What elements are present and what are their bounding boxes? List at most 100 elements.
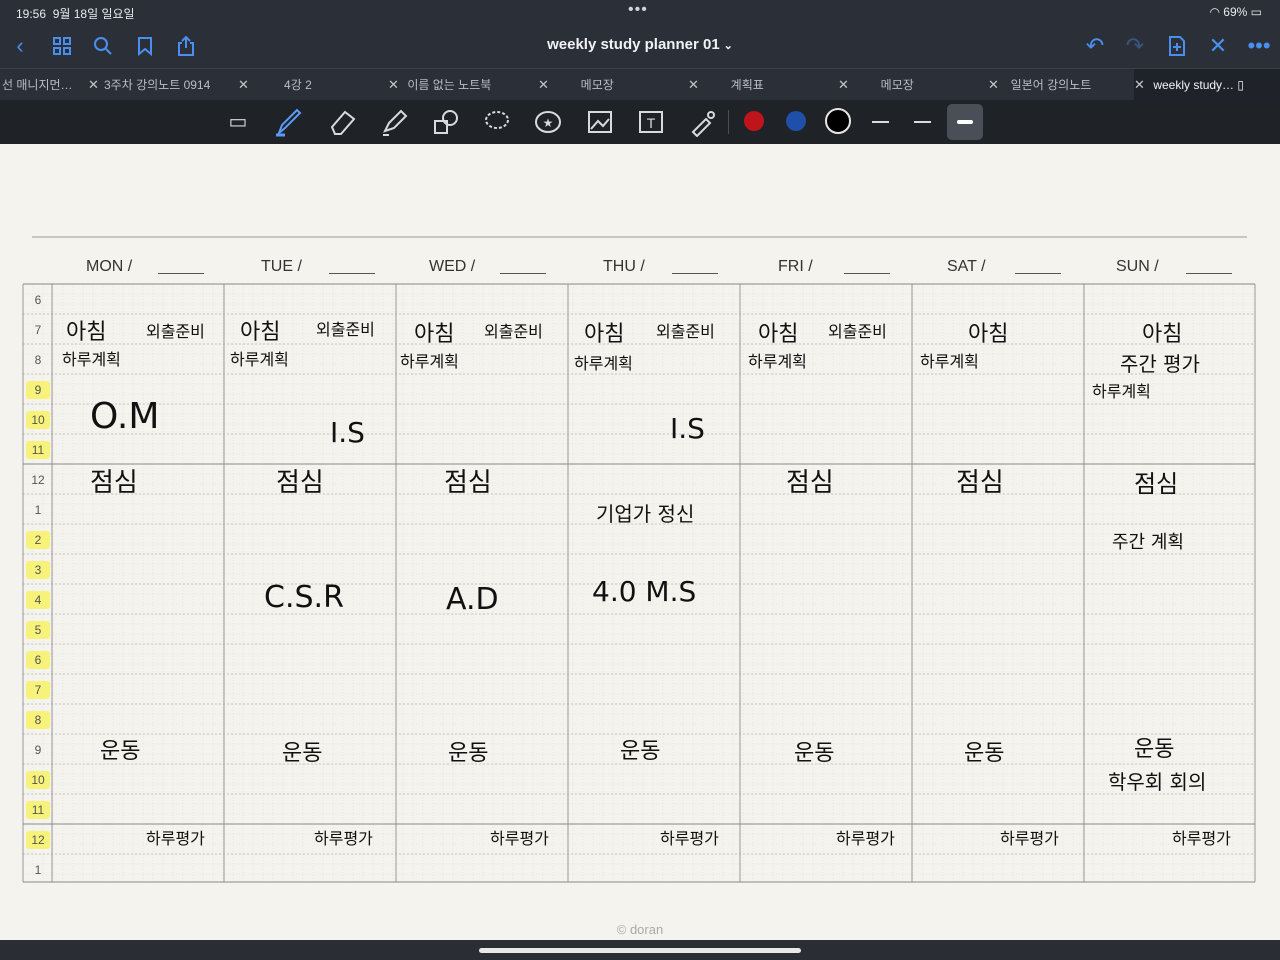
svg-text:★: ★ bbox=[543, 116, 554, 130]
entry-tue-morning: 아침 bbox=[240, 320, 281, 345]
entry-mon-lunch: 점심 bbox=[90, 468, 138, 498]
entry-sat-morning: 아침 bbox=[968, 322, 1009, 347]
hour-label: 5 bbox=[26, 621, 50, 639]
tab-4[interactable]: ✕ 이름 없는 노트북 bbox=[388, 69, 538, 101]
entry-tue-exercise: 운동 bbox=[282, 741, 323, 766]
laser-pointer-icon[interactable] bbox=[687, 107, 719, 138]
close-tab-icon: ✕ bbox=[988, 77, 999, 92]
hour-label: 12 bbox=[26, 831, 50, 849]
entry-thu-review: 하루평가 bbox=[660, 829, 719, 848]
status-bar: 19:56 9월 18일 일요일 ••• ◠ 69% ▭ bbox=[0, 0, 1280, 24]
hour-label: 6 bbox=[26, 651, 50, 669]
stroke-thin[interactable] bbox=[872, 121, 889, 123]
split-view-icon: ▯ bbox=[1237, 78, 1244, 92]
entry-wed-lunch: 점심 bbox=[444, 468, 492, 498]
entry-wed-exercise: 운동 bbox=[448, 741, 489, 766]
entry-fri-morning: 아침 bbox=[758, 322, 799, 347]
entry-sun-plan: 하루계획 bbox=[1092, 382, 1151, 401]
close-tab-icon: ✕ bbox=[388, 77, 399, 92]
entry-thu-block1: I.S bbox=[670, 412, 705, 445]
redo-icon[interactable]: ↷ bbox=[1121, 32, 1149, 60]
hour-label: 8 bbox=[34, 353, 42, 367]
entry-tue-block1: I.S bbox=[330, 416, 365, 449]
entry-wed-plan: 하루계획 bbox=[400, 352, 459, 371]
hour-label: 3 bbox=[26, 561, 50, 579]
sticker-icon[interactable]: ★ bbox=[532, 107, 564, 137]
hour-label: 7 bbox=[34, 323, 42, 337]
color-blue-swatch[interactable] bbox=[786, 111, 806, 131]
tab-active[interactable]: ✕ weekly study… ▯ bbox=[1134, 69, 1280, 101]
entry-thu-plan: 하루계획 bbox=[574, 354, 633, 373]
text-icon[interactable]: T bbox=[635, 107, 667, 137]
entry-mon-review: 하루평가 bbox=[146, 829, 205, 848]
color-red-swatch[interactable] bbox=[744, 111, 764, 131]
entry-thu-morning: 아침 bbox=[584, 322, 625, 347]
entry-thu-prep: 외출준비 bbox=[656, 322, 715, 341]
add-page-icon[interactable] bbox=[1163, 32, 1191, 60]
undo-icon[interactable]: ↶ bbox=[1081, 32, 1109, 60]
day-label-wed: WED / bbox=[429, 258, 476, 275]
hour-label: 6 bbox=[34, 293, 42, 307]
lasso-icon[interactable] bbox=[481, 107, 513, 137]
entry-fri-exercise: 운동 bbox=[794, 741, 835, 766]
entry-fri-plan: 하루계획 bbox=[748, 352, 807, 371]
tab-6[interactable]: ✕ 계획표 bbox=[688, 69, 838, 101]
eraser-icon[interactable] bbox=[326, 107, 358, 137]
hour-label: 10 bbox=[26, 771, 50, 789]
entry-thu-spirit: 기업가 정신 bbox=[596, 502, 695, 526]
tab-1[interactable]: 선 매니지먼… bbox=[0, 69, 86, 101]
stroke-medium[interactable] bbox=[914, 121, 931, 123]
tab-5[interactable]: ✕ 메모장 bbox=[538, 69, 688, 101]
close-tab-icon: ✕ bbox=[538, 77, 549, 92]
hour-label: 8 bbox=[26, 711, 50, 729]
entry-mon-exercise: 운동 bbox=[100, 739, 141, 764]
entry-sat-review: 하루평가 bbox=[1000, 829, 1059, 848]
hour-label: 1 bbox=[34, 503, 42, 517]
image-icon[interactable] bbox=[584, 107, 616, 137]
battery-indicator: ◠ 69% ▭ bbox=[1209, 5, 1262, 19]
entry-sat-exercise: 운동 bbox=[964, 741, 1005, 766]
battery-icon: ▭ bbox=[1250, 5, 1262, 19]
pen-icon[interactable] bbox=[272, 107, 304, 137]
wifi-icon: ◠ bbox=[1209, 5, 1220, 19]
entry-wed-prep: 외출준비 bbox=[484, 322, 543, 341]
entry-thu-block2: 4.0 M.S bbox=[592, 575, 697, 608]
stroke-thick-selected[interactable] bbox=[947, 104, 983, 140]
close-tab-icon: ✕ bbox=[238, 77, 249, 92]
hour-label: 2 bbox=[26, 531, 50, 549]
entry-sun-meeting: 학우회 회의 bbox=[1108, 770, 1207, 794]
tab-7[interactable]: ✕ 메모장 bbox=[838, 69, 988, 101]
hour-label: 7 bbox=[26, 681, 50, 699]
chevron-down-icon: ⌄ bbox=[723, 40, 733, 52]
tab-8[interactable]: ✕ 일본어 강의노트 bbox=[988, 69, 1130, 101]
hour-label: 9 bbox=[26, 381, 50, 399]
color-black-swatch-selected[interactable] bbox=[825, 108, 851, 134]
home-indicator[interactable] bbox=[479, 948, 801, 953]
close-tab-icon: ✕ bbox=[88, 77, 99, 92]
drawing-toolbar: ▭ ★ T bbox=[0, 100, 1280, 144]
tab-3[interactable]: ✕ 4강 2 bbox=[238, 69, 388, 101]
hour-label: 4 bbox=[26, 591, 50, 609]
shapes-icon[interactable] bbox=[430, 107, 462, 137]
entry-mon-prep: 외출준비 bbox=[146, 322, 205, 341]
highlighter-icon[interactable] bbox=[378, 107, 410, 137]
entry-tue-plan: 하루계획 bbox=[230, 350, 289, 369]
entry-sun-weekly-review: 주간 평가 bbox=[1120, 352, 1200, 376]
close-icon[interactable]: ✕ bbox=[1204, 32, 1232, 60]
entry-wed-review: 하루평가 bbox=[490, 829, 549, 848]
entry-sat-lunch: 점심 bbox=[956, 468, 1004, 498]
read-mode-icon[interactable]: ▭ bbox=[222, 107, 254, 137]
hour-label: 11 bbox=[26, 801, 50, 819]
tab-2[interactable]: ✕ 3주차 강의노트 0914 bbox=[88, 69, 238, 101]
entry-tue-prep: 외출준비 bbox=[316, 320, 375, 339]
entry-tue-block2: C.S.R bbox=[264, 580, 344, 615]
hour-label: 1 bbox=[34, 863, 42, 877]
multitasking-dots-icon[interactable]: ••• bbox=[628, 1, 648, 19]
entry-fri-review: 하루평가 bbox=[836, 829, 895, 848]
day-label-sat: SAT / bbox=[947, 258, 986, 275]
more-icon[interactable]: ••• bbox=[1245, 32, 1273, 60]
entry-wed-block: A.D bbox=[446, 582, 499, 617]
entry-sat-plan: 하루계획 bbox=[920, 352, 979, 371]
hour-label: 10 bbox=[26, 411, 50, 429]
close-tab-icon: ✕ bbox=[838, 77, 849, 92]
